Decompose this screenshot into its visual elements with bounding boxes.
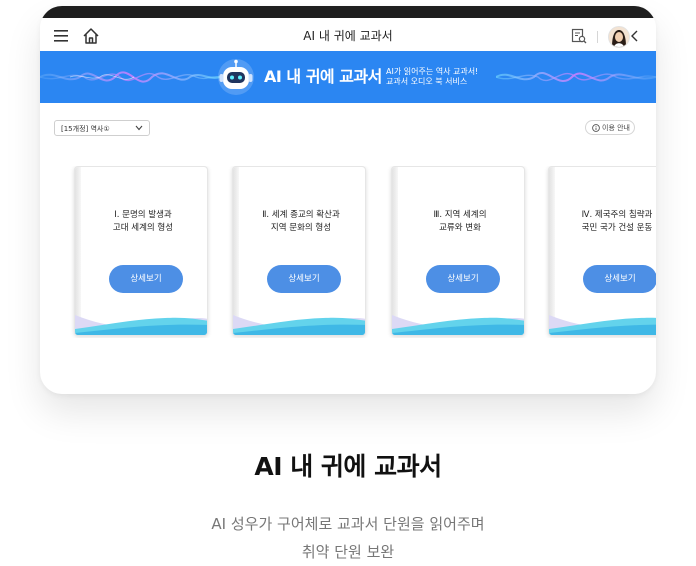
chevron-down-icon (135, 125, 143, 131)
sound-wave-right (496, 71, 656, 83)
sound-wave-left (40, 71, 220, 83)
search-doc-icon[interactable] (571, 28, 587, 44)
device-frame: AI 내 귀에 교과서 AI 내 귀에 교과서 AI가 읽어주는 역사 교과서!… (40, 6, 656, 394)
feature-headline: AI 내 귀에 교과서 (254, 452, 442, 481)
detail-button[interactable]: 상세보기 (267, 265, 341, 293)
unit-card-title: Ⅰ. 문명의 발생과 고대 세계의 형성 (112, 210, 174, 233)
banner-subtitle: AI가 읽어주는 역사 교과서! 교과서 오디오 북 서비스 (386, 67, 516, 87)
app-header: AI 내 귀에 교과서 (40, 18, 656, 55)
device-top-bar (40, 6, 656, 18)
feature-description-line1: AI 성우가 구어체로 교과서 단원을 읽어주며 (211, 515, 485, 533)
robot-mascot-icon (218, 59, 254, 95)
avatar[interactable] (608, 26, 630, 48)
card-wave-decoration (233, 315, 365, 335)
card-wave-decoration (75, 315, 207, 335)
unit-card-title: Ⅲ. 지역 세계의 교류와 변화 (433, 210, 487, 233)
unit-card-list: Ⅰ. 문명의 발생과 고대 세계의 형성 상세보기 Ⅱ. 세계 종교의 확산과 … (40, 166, 656, 338)
textbook-select-value: [15개정] 역사① (61, 125, 110, 133)
detail-button[interactable]: 상세보기 (109, 265, 183, 293)
feature-description: AI 성우가 구어체로 교과서 단원을 읽어주며 취약 단원 보완 (0, 510, 696, 566)
banner-subtitle-line1: AI가 읽어주는 역사 교과서! (386, 67, 479, 76)
avatar-image (609, 27, 629, 47)
card-wave-decoration (392, 315, 524, 335)
unit-card-title: Ⅳ. 제국주의 침략과 국민 국가 건설 운동 (581, 210, 653, 233)
unit-card-title: Ⅱ. 세계 종교의 확산과 지역 문화의 형성 (262, 210, 340, 233)
banner-subtitle-line2: 교과서 오디오 북 서비스 (386, 77, 468, 86)
unit-card-2[interactable]: Ⅱ. 세계 종교의 확산과 지역 문화의 형성 상세보기 (232, 166, 366, 336)
app-title: AI 내 귀에 교과서 (303, 29, 393, 43)
card-wave-decoration (549, 315, 656, 335)
info-icon (592, 124, 600, 132)
unit-card-1[interactable]: Ⅰ. 문명의 발생과 고대 세계의 형성 상세보기 (74, 166, 208, 336)
header-divider (597, 31, 598, 43)
banner-title: AI 내 귀에 교과서 (264, 67, 382, 86)
chevron-left-icon[interactable] (630, 30, 640, 42)
unit-card-4[interactable]: Ⅳ. 제국주의 침략과 국민 국가 건설 운동 상세보기 (548, 166, 656, 336)
unit-card-3[interactable]: Ⅲ. 지역 세계의 교류와 변화 상세보기 (391, 166, 525, 336)
detail-button[interactable]: 상세보기 (583, 265, 656, 293)
usage-guide-label: 이용 안내 (602, 124, 630, 132)
usage-guide-button[interactable]: 이용 안내 (585, 120, 635, 135)
textbook-select[interactable]: [15개정] 역사① (54, 120, 150, 136)
hero-banner: AI 내 귀에 교과서 AI가 읽어주는 역사 교과서! 교과서 오디오 북 서… (40, 51, 656, 103)
detail-button[interactable]: 상세보기 (426, 265, 500, 293)
feature-description-line2: 취약 단원 보완 (301, 543, 395, 561)
